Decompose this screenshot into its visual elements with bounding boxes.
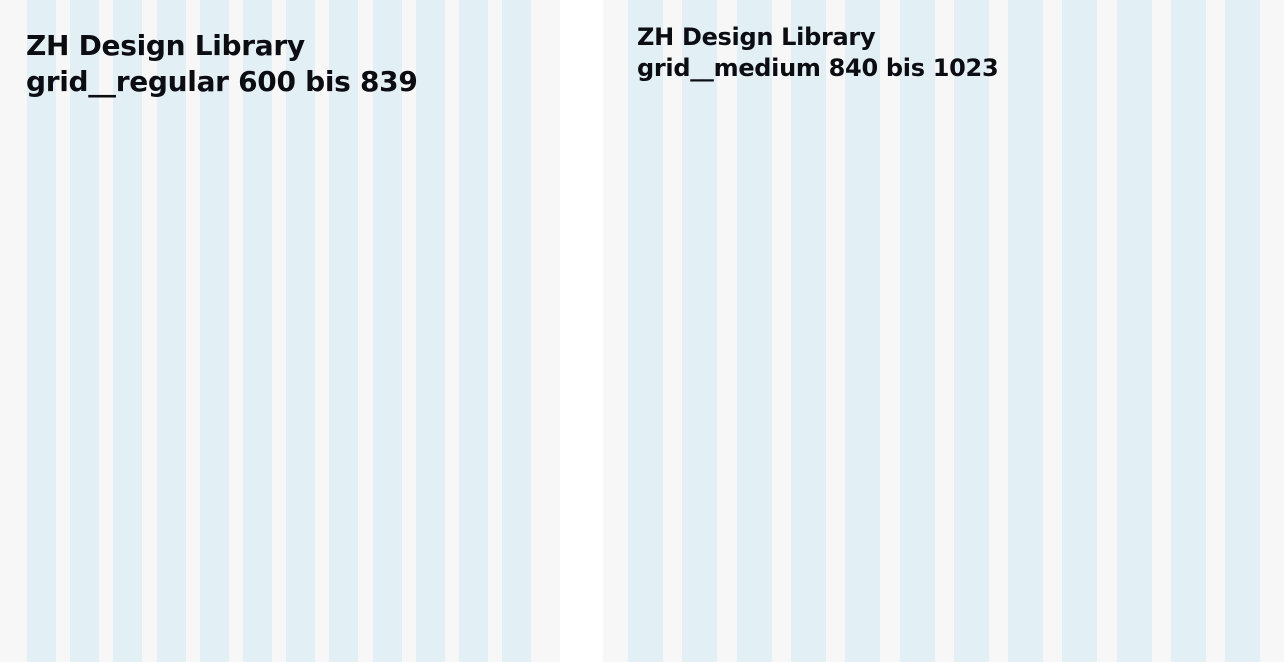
grid-medium-label: grid__medium 840 bis 1023 [637,54,999,82]
grid-medium-column [900,0,935,662]
grid-medium-column [737,0,772,662]
grid-medium-column [791,0,826,662]
grid-medium-title: ZH Design Library grid__medium 840 bis 1… [637,22,999,84]
grid-regular-library-name: ZH Design Library [26,29,305,62]
grid-medium-column [1225,0,1260,662]
grid-regular-title: ZH Design Library grid__regular 600 bis … [26,28,418,100]
grid-specimen-page: ZH Design Library grid__regular 600 bis … [0,0,1284,662]
grid-medium-column [1171,0,1206,662]
grid-regular-column [459,0,488,662]
grid-medium-column [682,0,717,662]
grid-medium-column [1117,0,1152,662]
grid-regular-column [502,0,531,662]
grid-regular-frame: ZH Design Library grid__regular 600 bis … [0,0,560,662]
grid-medium-column [954,0,989,662]
grid-medium-frame: ZH Design Library grid__medium 840 bis 1… [603,0,1284,662]
grid-medium-library-name: ZH Design Library [637,23,876,51]
grid-medium-column [1062,0,1097,662]
grid-medium-column [628,0,663,662]
grid-regular-column [416,0,445,662]
grid-medium-column [1008,0,1043,662]
grid-medium-column [845,0,880,662]
grid-regular-label: grid__regular 600 bis 839 [26,65,418,98]
